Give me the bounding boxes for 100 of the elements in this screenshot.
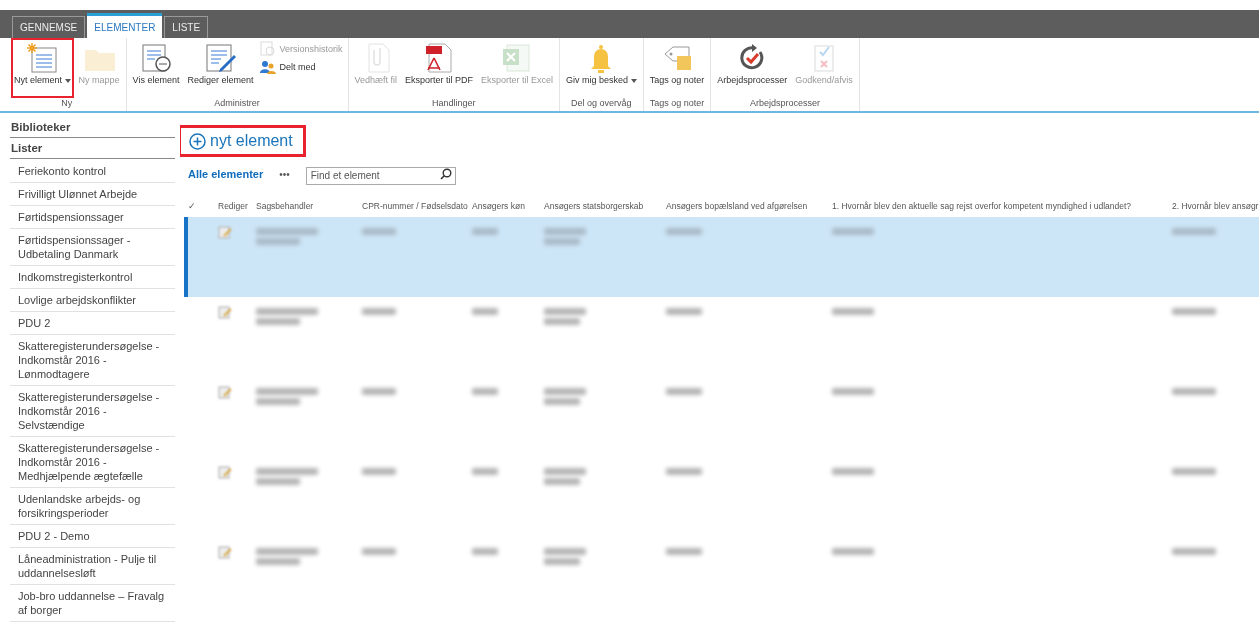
- ribbon-group-label: Handlinger: [431, 98, 477, 110]
- nav-item[interactable]: Førtidspensionssager - Udbetaling Danmark: [10, 229, 175, 266]
- ribbon-button[interactable]: Eksporter til PDF: [402, 38, 477, 98]
- column-header[interactable]: Sagsbehandler: [256, 201, 362, 211]
- blurred-text: [256, 398, 300, 405]
- ribbon-group-label: Ny: [60, 98, 74, 110]
- more-button[interactable]: •••: [279, 168, 290, 180]
- nav-item[interactable]: PDU 2: [10, 312, 175, 335]
- table-row[interactable]: [184, 217, 1259, 297]
- blurred-text: [666, 388, 702, 395]
- nav-item[interactable]: Indkomstregisterkontrol: [10, 266, 175, 289]
- blurred-text: [256, 318, 300, 325]
- blurred-text: [832, 228, 874, 235]
- blurred-text: [832, 468, 874, 475]
- blurred-text: [256, 548, 318, 555]
- nav-item[interactable]: Frivilligt Ulønnet Arbejde: [10, 183, 175, 206]
- column-header[interactable]: Rediger: [218, 201, 256, 211]
- blurred-text: [362, 548, 396, 555]
- blurred-text: [544, 478, 580, 485]
- blurred-text: [472, 308, 498, 315]
- nav-item[interactable]: Feriekonto kontrol: [10, 160, 175, 183]
- blurred-text: [832, 548, 874, 555]
- blurred-text: [256, 228, 318, 235]
- new-item-icon: [26, 42, 59, 74]
- ribbon-tab[interactable]: ELEMENTER: [87, 13, 163, 38]
- view-item-icon: [140, 42, 172, 74]
- ribbon-button[interactable]: Rediger element: [184, 38, 257, 98]
- add-icon: [189, 132, 206, 150]
- nav-item[interactable]: Skatteregisterundersøgelse - Indkomstår 2016 - Medhjælpende ægtefælle: [10, 437, 175, 488]
- ribbon-group-label: Administrer: [213, 98, 261, 110]
- nav-heading[interactable]: Biblioteker: [10, 118, 175, 138]
- new-item-link[interactable]: nyt element: [180, 125, 306, 157]
- edit-icon: [218, 385, 232, 399]
- ribbon-button[interactable]: Nyt element: [11, 38, 74, 98]
- ribbon-button[interactable]: Giv mig besked: [563, 38, 640, 98]
- search-field[interactable]: Find et element: [305, 166, 456, 185]
- blurred-text: [256, 478, 300, 485]
- blurred-text: [832, 388, 874, 395]
- ribbon-tab[interactable]: GENNEMSE: [12, 16, 86, 38]
- blurred-text: [472, 388, 498, 395]
- ribbon-group-label: Arbejdsprocesser: [748, 98, 821, 110]
- nav-heading[interactable]: Lister: [10, 139, 175, 159]
- edit-icon: [218, 465, 232, 479]
- nav-item[interactable]: Låneadministration - Pulje til uddannelsesløft: [10, 548, 175, 585]
- ribbon-group-label: Tags og noter: [648, 98, 706, 110]
- blurred-text: [256, 238, 300, 245]
- blurred-text: [666, 308, 702, 315]
- ribbon-button[interactable]: Arbejdsprocesser: [714, 38, 791, 98]
- blurred-text: [544, 318, 580, 325]
- edit-icon: [218, 545, 232, 559]
- column-header[interactable]: CPR-nummer / Fødselsdato: [362, 201, 472, 211]
- blurred-text: [1172, 228, 1216, 235]
- ribbon-button[interactable]: Vis element: [129, 38, 183, 98]
- nav-item[interactable]: Skatteregisterundersøgelse - Indkomstår 2016 - Selvstændige: [10, 386, 175, 437]
- blurred-text: [1172, 468, 1216, 475]
- blurred-text: [544, 468, 586, 475]
- people-icon: [260, 59, 277, 75]
- history-icon: [260, 41, 277, 57]
- nav-item[interactable]: Førtidspensionssager: [10, 206, 175, 229]
- nav-item[interactable]: Job-bro uddannelse – Fravalg af borger: [10, 585, 175, 622]
- ribbon-button[interactable]: Tags og noter: [646, 38, 708, 98]
- nav-item[interactable]: PDU 2 - Demo: [10, 525, 175, 548]
- blurred-text: [666, 548, 702, 555]
- edit-icon: [218, 305, 232, 319]
- blurred-text: [544, 548, 586, 555]
- blurred-text: [832, 308, 874, 315]
- ribbon-tab[interactable]: LISTE: [164, 16, 209, 38]
- nav-item[interactable]: Lovlige arbejdskonflikter: [10, 289, 175, 312]
- column-header[interactable]: Ansøgers køn: [472, 201, 544, 211]
- blurred-text: [544, 308, 586, 315]
- blurred-text: [472, 548, 498, 555]
- caret-icon: [630, 79, 637, 84]
- column-header[interactable]: Ansøgers bopælsland ved afgørelsen: [666, 201, 832, 211]
- column-header[interactable]: Ansøgers statsborgerskab: [544, 201, 666, 211]
- blurred-text: [544, 398, 580, 405]
- ribbon-button[interactable]: Delt med: [258, 59, 345, 75]
- blurred-text: [256, 558, 300, 565]
- caret-icon: [64, 79, 71, 84]
- blurred-text: [666, 228, 702, 235]
- ribbon-group-label: Del og overvåg: [570, 98, 633, 110]
- blurred-text: [362, 308, 396, 315]
- blurred-text: [472, 228, 498, 235]
- nav-item[interactable]: Skatteregisterundersøgelse - Indkomstår 2016 - Lønmodtagere: [10, 335, 175, 386]
- select-all-checkmark[interactable]: ✓: [188, 201, 218, 211]
- column-header[interactable]: 2. Hvornår blev ansøgr: [1172, 201, 1259, 211]
- blurred-text: [256, 388, 318, 395]
- search-icon: [439, 168, 452, 180]
- blurred-text: [362, 228, 396, 235]
- blurred-text: [544, 558, 580, 565]
- blurred-text: [1172, 388, 1216, 395]
- edit-icon: [218, 225, 232, 239]
- column-header[interactable]: 1. Hvornår blev den aktuelle sag rejst overfor kompetent myndighed i udlandet?: [832, 201, 1172, 211]
- nav-item[interactable]: Udenlandske arbejds- og forsikringsperioder: [10, 488, 175, 525]
- view-link[interactable]: Alle elementer: [188, 168, 264, 180]
- edit-item-icon: [204, 42, 237, 74]
- blurred-text: [544, 238, 580, 245]
- blurred-text: [1172, 548, 1216, 555]
- blurred-text: [256, 468, 318, 475]
- blurred-text: [544, 388, 586, 395]
- blurred-text: [256, 308, 318, 315]
